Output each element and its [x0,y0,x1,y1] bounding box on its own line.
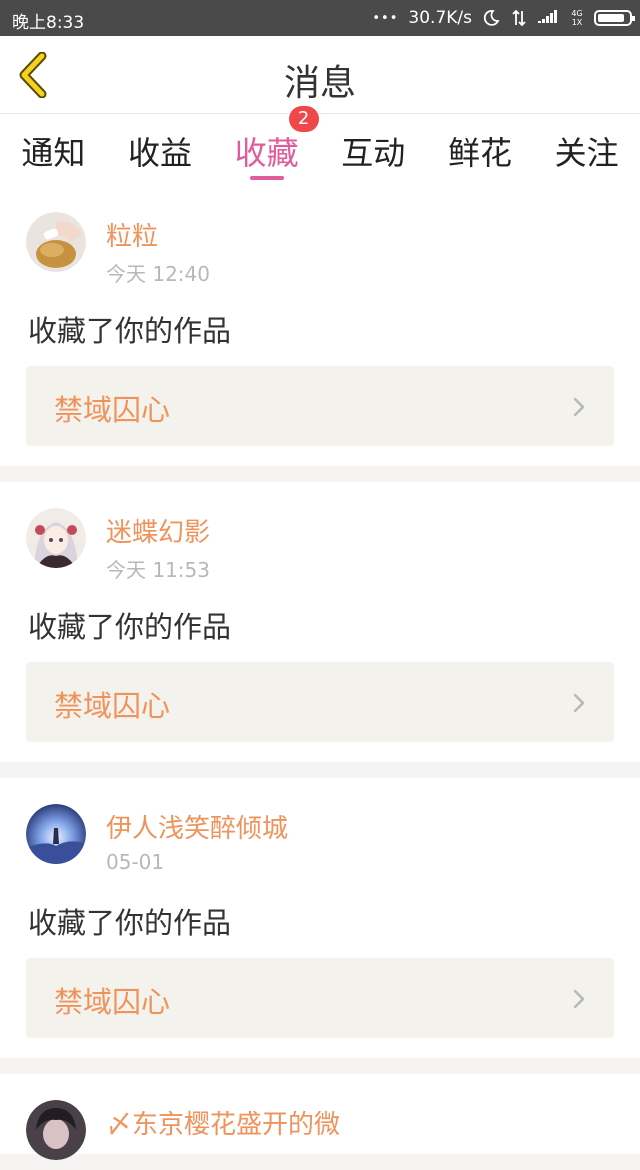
avatar[interactable] [26,212,86,272]
network-type-label: 4G 1X [571,9,583,27]
tab-interactions[interactable]: 互动 [321,114,425,174]
battery-icon [594,10,635,26]
message-card: 迷蝶幻影 今天 11:53 收藏了你的作品 禁域囚心 [0,482,640,762]
avatar[interactable] [26,804,86,864]
message-text: 收藏了你的作品 [28,314,232,348]
tab-label: 互动 [341,134,406,172]
tab-label: 收益 [127,134,192,172]
work-title: 禁域囚心 [54,393,171,427]
user-name[interactable]: 〆东京樱花盛开的微 [106,1104,340,1141]
tab-favorites[interactable]: 收藏 2 [215,106,319,180]
signal-icon [538,10,557,23]
tab-bar: 通知 收益 收藏 2 互动 鲜花 关注 [0,106,640,186]
message-card: 伊人浅笑醉倾城 05-01 收藏了你的作品 禁域囚心 [0,778,640,1058]
work-link[interactable]: 禁域囚心 [26,662,614,742]
tab-earnings[interactable]: 收益 [108,114,212,174]
work-link[interactable]: 禁域囚心 [26,366,614,446]
moon-icon [483,10,500,26]
tab-label: 关注 [554,134,619,172]
status-bar: 晚上8:33 ••• 30.7K/s 4G 1X [0,0,640,36]
user-name[interactable]: 粒粒 [106,216,158,253]
work-title: 禁域囚心 [54,689,171,723]
message-time: 今天 11:53 [106,558,210,582]
tab-flowers[interactable]: 鲜花 [428,114,532,174]
user-name[interactable]: 伊人浅笑醉倾城 [106,808,288,845]
user-name[interactable]: 迷蝶幻影 [106,512,210,549]
tab-label: 鲜花 [447,134,512,172]
network-speed: 30.7K/s [408,8,472,28]
avatar[interactable] [26,508,86,568]
unread-badge: 2 [288,106,319,132]
work-title: 禁域囚心 [54,985,171,1019]
chevron-right-icon [573,989,585,1009]
header: 消息 [0,36,640,114]
message-time: 今天 12:40 [106,262,210,286]
data-transfer-icon [512,9,526,27]
tab-label: 收藏 [234,134,299,172]
message-text: 收藏了你的作品 [28,610,232,644]
tab-following[interactable]: 关注 [535,114,639,174]
message-card: 粒粒 今天 12:40 收藏了你的作品 禁域囚心 [0,186,640,466]
work-link[interactable]: 禁域囚心 [26,958,614,1038]
avatar[interactable] [26,1100,86,1160]
status-dots: ••• [372,10,399,26]
status-time: 晚上8:33 [12,13,85,33]
tab-label: 通知 [21,134,86,172]
message-card: 〆东京樱花盛开的微 [0,1074,640,1160]
message-list: 粒粒 今天 12:40 收藏了你的作品 禁域囚心 迷蝶幻影 今天 11:53 收… [0,186,640,1170]
message-text: 收藏了你的作品 [28,906,232,940]
active-tab-indicator [249,176,284,180]
tab-notifications[interactable]: 通知 [1,114,105,174]
message-time: 05-01 [106,850,165,874]
status-indicators: ••• 30.7K/s 4G 1X [372,0,635,36]
battery-level [598,14,624,22]
chevron-right-icon [573,693,585,713]
page-title: 消息 [283,63,356,104]
chevron-right-icon [573,397,585,417]
